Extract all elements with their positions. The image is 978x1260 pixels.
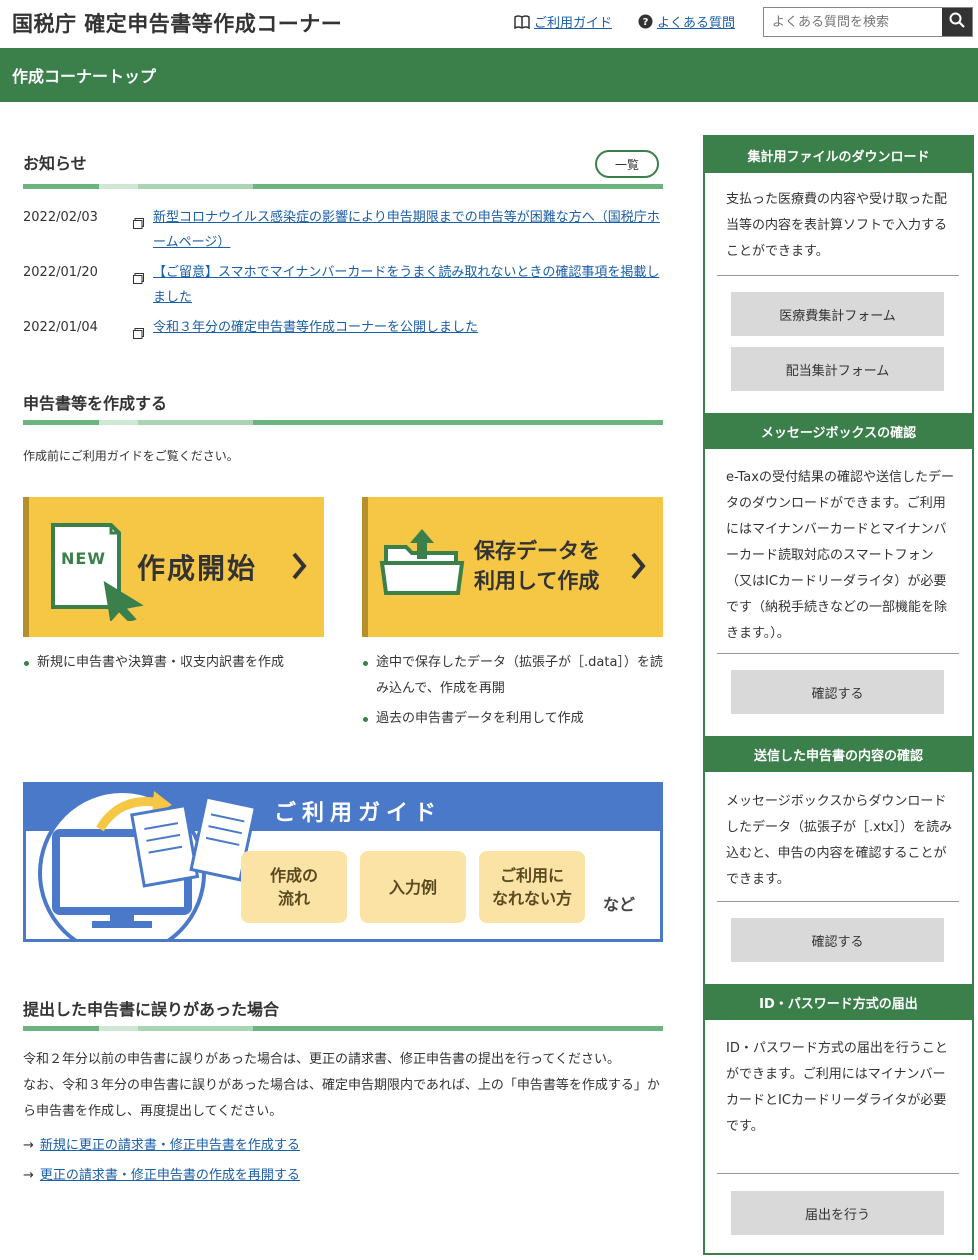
news-list: 2022/02/03 新型コロナウイルス感染症の影響により申告期限までの申告等が… (23, 205, 663, 348)
start-create-button[interactable]: NEW 作成開始 (23, 497, 324, 637)
site-header: 国税庁 確定申告書等作成コーナー ご利用ガイド ? よくある質問 (0, 0, 978, 48)
nav-title[interactable]: 作成コーナートップ (12, 63, 156, 87)
news-section: お知らせ 一覧 2022/02/03 新型コロナウイルス感染症の影響により申告期… (23, 150, 663, 353)
news-title: お知らせ (23, 154, 87, 173)
divider (717, 1173, 959, 1174)
correction-link-row: → 更正の請求書・修正申告書の作成を再開する (23, 1163, 663, 1189)
sidebar: 集計用ファイルのダウンロード 支払った医療費の内容や受け取った配当等の内容を表計… (703, 135, 974, 1255)
divider (717, 275, 959, 276)
news-link[interactable]: 新型コロナウイルス感染症の影響により申告期限までの申告等が困難な方へ（国税庁ホー… (153, 205, 663, 255)
guide-title: ご利用ガイド (274, 801, 443, 826)
idpw-text: ID・パスワード方式の届出を行うことができます。ご利用にはマイナンバーカードとI… (726, 1041, 948, 1134)
start-label: 作成開始 (137, 552, 258, 585)
saved-label-line2: 利用して作成 (474, 569, 600, 593)
section-divider (23, 1026, 663, 1031)
news-date: 2022/01/04 (23, 320, 98, 335)
site-title: 国税庁 確定申告書等作成コーナー (12, 12, 343, 36)
bullet-item: 過去の申告書データを利用して作成 (362, 706, 663, 732)
news-date: 2022/02/03 (23, 210, 98, 225)
medical-form-button[interactable]: 医療費集計フォーム (731, 292, 944, 336)
computer-icon (30, 789, 260, 957)
news-item: 2022/01/04 令和３年分の確定申告書等作成コーナーを公開しました (23, 315, 663, 348)
window-icon (133, 205, 153, 255)
faq-link[interactable]: ? よくある質問 (638, 12, 735, 31)
guide-link-label: ご利用ガイド (534, 16, 613, 31)
create-note: 作成前にご利用ガイドをご覧ください。 (23, 449, 239, 463)
correction-para: 令和２年分以前の申告書に誤りがあった場合は、更正の請求書、修正申告書の提出を行っ… (23, 1052, 620, 1067)
search-box (763, 7, 973, 37)
news-date: 2022/01/20 (23, 265, 98, 280)
pill-line: 作成の (269, 866, 318, 885)
download-heading: 集計用ファイルのダウンロード (705, 137, 972, 173)
correction-title: 提出した申告書に誤りがあった場合 (23, 1000, 280, 1019)
message-check-button[interactable]: 確認する (731, 670, 944, 714)
message-heading: メッセージボックスの確認 (705, 413, 972, 449)
new-correction-link[interactable]: 新規に更正の請求書・修正申告書を作成する (40, 1133, 300, 1159)
idpw-submit-button[interactable]: 届出を行う (731, 1191, 944, 1235)
book-icon (514, 14, 530, 29)
search-input[interactable] (764, 8, 942, 36)
message-text: e-Taxの受付結果の確認や送信したデータのダウンロードができます。ご利用にはマ… (726, 470, 954, 641)
chevron-right-icon (630, 551, 646, 585)
guide-link[interactable]: ご利用ガイド (514, 12, 612, 31)
guide-etc: など (603, 895, 636, 914)
correction-para: なお、令和３年分の申告書に誤りがあった場合は、確定申告期限内であれば、上の「申告… (23, 1078, 660, 1119)
nav-bar: 作成コーナートップ (0, 48, 978, 102)
search-icon (949, 12, 965, 32)
chevron-right-icon (291, 551, 307, 585)
correction-text: 令和２年分以前の申告書に誤りがあった場合は、更正の請求書、修正申告書の提出を行っ… (23, 1047, 663, 1125)
new-badge: NEW (61, 549, 106, 568)
correction-link-row: → 新規に更正の請求書・修正申告書を作成する (23, 1133, 663, 1159)
pill-line: 流れ (277, 889, 310, 908)
folder-upload-icon (378, 525, 468, 601)
start-bullets: 新規に申告書や決算書・収支内訳書を作成 (23, 650, 324, 676)
guide-flow-button[interactable]: 作成の 流れ (241, 851, 347, 923)
guide-beginner-button[interactable]: ご利用に なれない方 (479, 851, 585, 923)
arrow-right-icon: → (23, 1138, 34, 1153)
saved-bullets: 途中で保存したデータ（拡張子が［.data］）を読み込んで、作成を再開 過去の申… (362, 650, 663, 732)
correction-section: 提出した申告書に誤りがあった場合 令和２年分以前の申告書に誤りがあった場合は、更… (23, 996, 663, 1189)
sent-heading: 送信した申告書の内容の確認 (705, 736, 972, 772)
window-icon (133, 315, 153, 348)
saved-data-button[interactable]: 保存データを 利用して作成 (362, 497, 663, 637)
divider (717, 653, 959, 654)
sent-text: メッセージボックスからダウンロードしたデータ（拡張子が［.xtx］）を読み込むと… (726, 794, 953, 887)
saved-label-line1: 保存データを (474, 539, 600, 563)
bullet-item: 途中で保存したデータ（拡張子が［.data］）を読み込んで、作成を再開 (362, 650, 663, 702)
search-button[interactable] (942, 8, 972, 36)
question-icon: ? (638, 14, 653, 29)
news-item: 2022/01/20 【ご留意】スマホでマイナンバーカードをうまく読み取れないと… (23, 260, 663, 310)
guide-banner[interactable]: ご利用ガイド 作成の流れ 入力例 ご利用になれない方 など (23, 782, 663, 957)
download-text: 支払った医療費の内容や受け取った配当等の内容を表計算ソフトで入力することができま… (726, 192, 948, 259)
bullet-item: 新規に申告書や決算書・収支内訳書を作成 (23, 650, 324, 676)
news-link[interactable]: 【ご留意】スマホでマイナンバーカードをうまく読み取れないときの確認事項を掲載しま… (153, 260, 663, 310)
news-item: 2022/02/03 新型コロナウイルス感染症の影響により申告期限までの申告等が… (23, 205, 663, 255)
new-document-icon (49, 521, 145, 625)
news-list-button[interactable]: 一覧 (595, 150, 659, 178)
faq-link-label: よくある質問 (657, 16, 736, 31)
idpw-heading: ID・パスワード方式の届出 (705, 984, 972, 1020)
resume-correction-link[interactable]: 更正の請求書・修正申告書の作成を再開する (40, 1163, 300, 1189)
create-section: 申告書等を作成する 作成前にご利用ガイドをご覧ください。 (23, 390, 663, 464)
window-icon (133, 260, 153, 310)
dividend-form-button[interactable]: 配当集計フォーム (731, 347, 944, 391)
news-link[interactable]: 令和３年分の確定申告書等作成コーナーを公開しました (153, 315, 663, 348)
pill-line: 入力例 (388, 877, 437, 897)
arrow-right-icon: → (23, 1168, 34, 1183)
divider (717, 901, 959, 902)
section-divider (23, 420, 663, 425)
sent-check-button[interactable]: 確認する (731, 918, 944, 962)
section-divider (23, 184, 663, 189)
svg-text:?: ? (643, 17, 649, 28)
pill-line: ご利用に (499, 866, 564, 885)
pill-line: なれない方 (491, 889, 572, 908)
guide-example-button[interactable]: 入力例 (360, 851, 466, 923)
create-title: 申告書等を作成する (23, 394, 168, 413)
